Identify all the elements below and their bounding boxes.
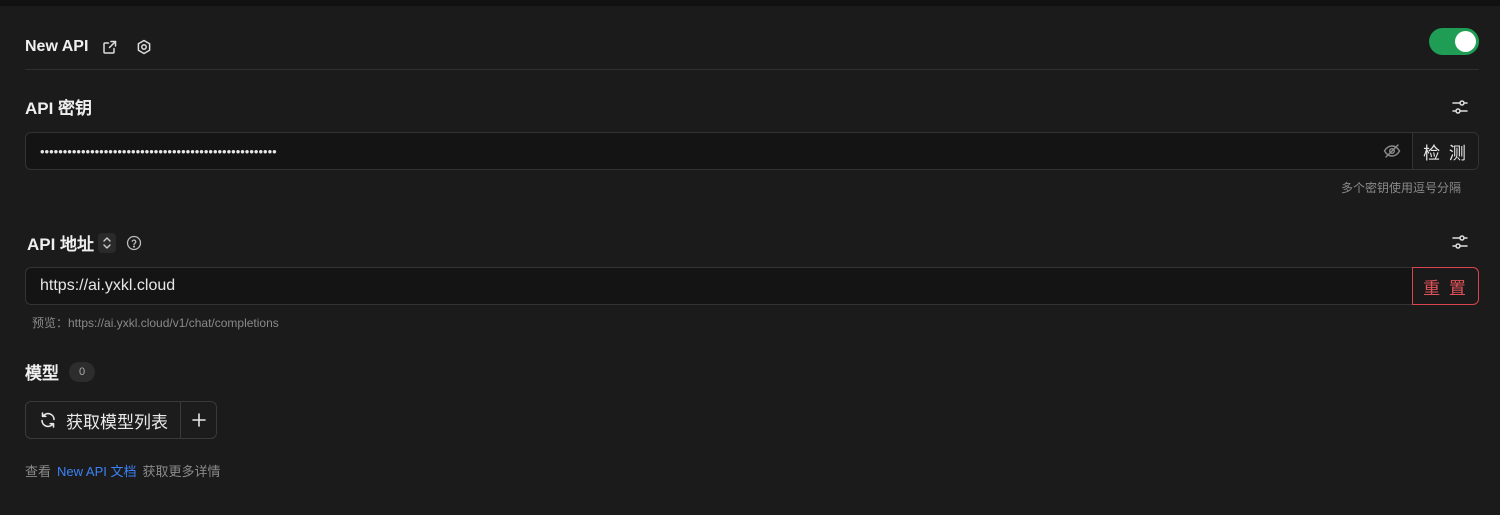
refresh-icon — [41, 412, 55, 428]
footer-prefix: 查看 — [25, 464, 52, 479]
models-title: 模型 — [25, 364, 59, 383]
api-key-settings-icon[interactable] — [1448, 95, 1472, 119]
api-url-title: API 地址 — [27, 235, 95, 254]
chevron-updown-icon[interactable] — [98, 232, 117, 253]
models-title-row: 模型 0 — [25, 359, 95, 384]
fetch-models-button[interactable]: 获取模型列表 — [26, 402, 180, 438]
api-key-input[interactable]: ••••••••••••••••••••••••••••••••••••••••… — [26, 133, 1372, 169]
api-url-input-group: https://ai.yxkl.cloud — [25, 267, 1413, 305]
models-button-group: 获取模型列表 — [25, 401, 217, 439]
plus-icon — [191, 413, 206, 427]
api-key-title: API 密钥 — [25, 99, 93, 118]
provider-header: New API — [25, 32, 156, 62]
fetch-models-label: 获取模型列表 — [66, 412, 168, 432]
toggle-knob — [1455, 31, 1476, 52]
api-url-preview: 预览：https://ai.yxkl.cloud/v1/chat/complet… — [32, 316, 279, 330]
docs-footer: 查看 New API 文档 获取更多详情 — [25, 461, 221, 480]
eye-off-icon[interactable] — [1372, 133, 1412, 169]
provider-enable-toggle[interactable] — [1429, 28, 1479, 55]
model-count-badge: 0 — [69, 361, 95, 382]
add-model-button[interactable] — [180, 402, 216, 438]
provider-name: New API — [25, 38, 89, 55]
docs-link[interactable]: New API 文档 — [57, 461, 136, 480]
reset-button[interactable]: 重 置 — [1412, 267, 1479, 305]
api-key-input-group: ••••••••••••••••••••••••••••••••••••••••… — [25, 132, 1479, 170]
help-circle-icon[interactable] — [126, 235, 142, 251]
hexagon-settings-icon[interactable] — [132, 35, 156, 59]
external-link-icon[interactable] — [98, 35, 122, 59]
check-button[interactable]: 检 测 — [1412, 133, 1478, 169]
footer-suffix: 获取更多详情 — [142, 464, 221, 479]
header-divider — [25, 69, 1479, 70]
api-key-hint: 多个密钥使用逗号分隔 — [1341, 181, 1462, 195]
api-url-input[interactable]: https://ai.yxkl.cloud — [26, 268, 1413, 304]
provider-settings-panel: New API API 密钥 •••••••••••••••••••••••••… — [0, 6, 1500, 515]
api-url-settings-icon[interactable] — [1448, 230, 1472, 254]
api-url-title-row: API 地址 — [27, 230, 142, 255]
